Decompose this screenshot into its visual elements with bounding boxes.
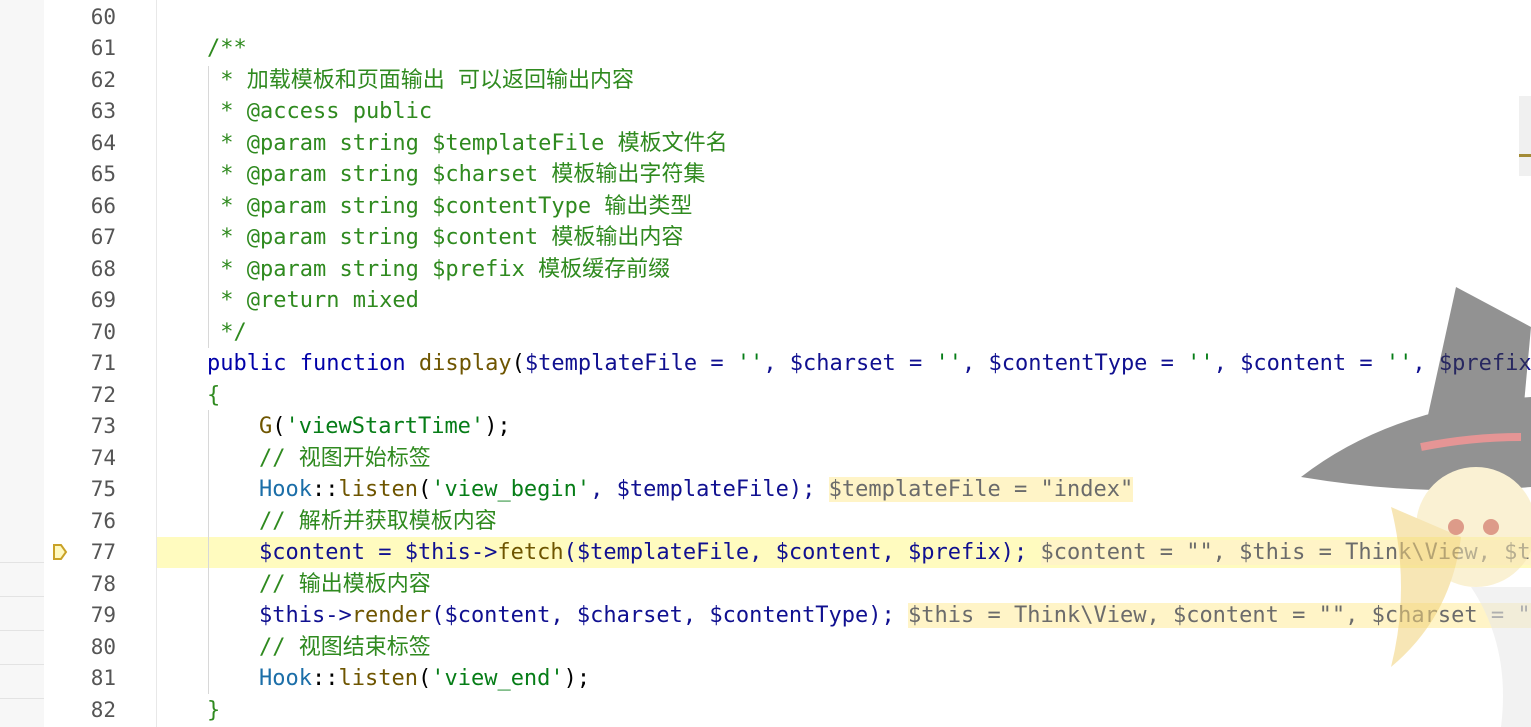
param: , $charset = [763, 351, 936, 376]
line-number: 80 [90, 635, 116, 659]
expr: $this-> [259, 603, 352, 628]
punctuation: :: [311, 666, 339, 691]
punctuation: ( [417, 666, 432, 691]
code-line: * 加载模板和页面输出 可以返回输出内容 [207, 68, 634, 93]
method-name: render [351, 603, 432, 628]
code-line: * @access public [207, 99, 433, 124]
punctuation: :: [311, 477, 339, 502]
punctuation: ( [511, 351, 525, 376]
line-number: 63 [90, 99, 116, 123]
line-number: 73 [90, 414, 116, 438]
line-number: 64 [90, 131, 116, 155]
line-number: 75 [90, 477, 116, 501]
args: , $templateFile); [590, 477, 816, 502]
indent-guide [208, 410, 209, 694]
args: ($content, $charset, $contentType); [431, 603, 895, 628]
class-name: Hook [259, 477, 312, 502]
line-number: 78 [90, 572, 116, 596]
tool-window-strip [0, 0, 45, 727]
line-number: 61 [90, 36, 116, 60]
method-name: listen [338, 477, 418, 502]
code-line: /** [207, 36, 247, 61]
class-name: Hook [259, 666, 312, 691]
code-line: * @param string $prefix 模板缓存前缀 [207, 257, 671, 282]
code-line: * @param string $content 模板输出内容 [207, 225, 684, 250]
string: '' [1187, 351, 1214, 376]
expr: $content = $this-> [259, 540, 498, 565]
string: 'viewStartTime' [285, 414, 485, 439]
line-number: 81 [90, 666, 116, 690]
code-line: * @param string $templateFile 模板文件名 [207, 131, 728, 156]
inline-debug-value: $templateFile = "index" [828, 477, 1134, 502]
scrollbar-markers[interactable] [1519, 96, 1531, 176]
mascot-decoration-image [1301, 287, 1531, 727]
line-number: 82 [90, 698, 116, 722]
line-number: 77 [90, 540, 116, 564]
keyword: public function [207, 351, 419, 376]
function-call: G [259, 414, 273, 439]
line-number: 62 [90, 68, 116, 92]
line-number: 76 [90, 509, 116, 533]
line-number: 72 [90, 383, 116, 407]
method-name: listen [338, 666, 418, 691]
string: 'view_end' [431, 666, 564, 691]
punctuation: ( [272, 414, 286, 439]
line-number: 65 [90, 162, 116, 186]
line-number: 69 [90, 288, 116, 312]
punctuation: ); [484, 414, 511, 439]
punctuation: ( [417, 477, 432, 502]
string: '' [935, 351, 963, 376]
line-number: 71 [90, 351, 116, 375]
line-number: 79 [90, 603, 116, 627]
code-line: * @param string $charset 模板输出字符集 [207, 162, 706, 187]
line-number: 67 [90, 225, 116, 249]
param: , $contentType = [962, 351, 1188, 376]
line-number: 70 [90, 320, 116, 344]
method-name: fetch [497, 540, 564, 565]
string: 'view_begin' [431, 477, 591, 502]
param: $templateFile = [524, 351, 737, 376]
function-name: display [418, 351, 512, 376]
string: '' [736, 351, 764, 376]
line-number: 74 [90, 446, 116, 470]
line-number: 60 [90, 5, 116, 29]
line-number: 68 [90, 257, 116, 281]
code-line: * @param string $contentType 输出类型 [207, 194, 693, 219]
args: ($templateFile, $content, $prefix); [563, 540, 1028, 565]
line-number: 66 [90, 194, 116, 218]
punctuation: ); [563, 666, 591, 691]
